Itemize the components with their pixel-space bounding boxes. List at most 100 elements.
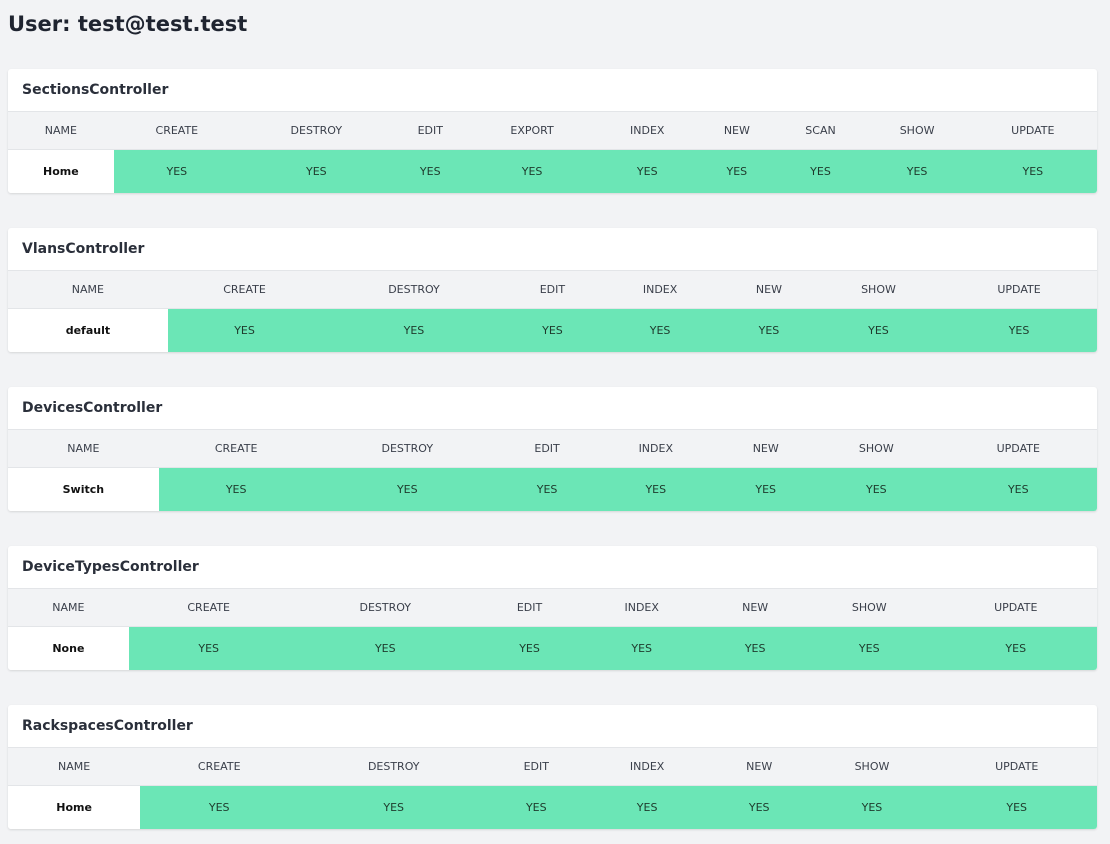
column-header: DESTROY [321, 271, 507, 309]
column-header: DESTROY [288, 589, 482, 627]
permissions-table-body: Home YES YES YES YES YES YES YES YES YES [8, 149, 1097, 193]
column-header: SHOW [804, 589, 935, 627]
controller-card-2: DevicesController NAME CREATE DESTROY EDIT I… [8, 387, 1097, 511]
table-row: None YES YES YES YES YES YES YES [8, 626, 1097, 670]
permissions-table-head: NAME CREATE DESTROY EDIT INDEX NEW SHOW UPDATE [8, 748, 1097, 786]
table-row: default YES YES YES YES YES YES YES [8, 308, 1097, 352]
permissions-table-body: None YES YES YES YES YES YES YES [8, 626, 1097, 670]
controller-list: SectionsController NAME CREATE DESTROY EDIT… [8, 69, 1097, 829]
column-header: NAME [8, 112, 114, 150]
permissions-table-head: NAME CREATE DESTROY EDIT EXPORT INDEX NEW SCAN S… [8, 112, 1097, 150]
permission-cell: YES [722, 308, 816, 352]
column-header: UPDATE [939, 430, 1097, 468]
permission-cell: YES [583, 785, 711, 829]
permission-cell: YES [128, 626, 289, 670]
column-header: SHOW [807, 748, 937, 786]
permissions-table-head: NAME CREATE DESTROY EDIT INDEX NEW SHOW UPDATE [8, 430, 1097, 468]
permission-cell: YES [313, 467, 501, 511]
column-header: INDEX [583, 748, 711, 786]
permission-cell: YES [813, 467, 940, 511]
permission-cell: YES [158, 467, 314, 511]
column-header: EDIT [506, 271, 599, 309]
controller-card-0: SectionsController NAME CREATE DESTROY EDIT… [8, 69, 1097, 193]
table-header-row: NAME CREATE DESTROY EDIT EXPORT INDEX NEW SCAN S… [8, 112, 1097, 150]
table-header-row: NAME CREATE DESTROY EDIT INDEX NEW SHOW UPDATE [8, 589, 1097, 627]
row-name-cell: Home [8, 149, 114, 193]
permission-cell: YES [775, 149, 866, 193]
permissions-table-head: NAME CREATE DESTROY EDIT INDEX NEW SHOW UPDATE [8, 271, 1097, 309]
column-header: SHOW [815, 271, 942, 309]
column-header: INDEX [598, 271, 723, 309]
column-header: NAME [8, 430, 159, 468]
permission-cell: YES [941, 308, 1097, 352]
permission-cell: YES [939, 467, 1097, 511]
permission-cell: YES [113, 149, 240, 193]
table-row: Switch YES YES YES YES YES YES YES [8, 467, 1097, 511]
column-header: EDIT [481, 589, 578, 627]
permission-cell: YES [489, 785, 584, 829]
permission-cell: YES [392, 149, 468, 193]
permission-cell: YES [321, 308, 507, 352]
column-header: NAME [8, 589, 129, 627]
column-header: CREATE [128, 589, 289, 627]
column-header: DESTROY [239, 112, 393, 150]
permissions-table: NAME CREATE DESTROY EDIT INDEX NEW SHOW UPDATE … [8, 271, 1097, 352]
column-header: UPDATE [934, 589, 1097, 627]
table-header-row: NAME CREATE DESTROY EDIT INDEX NEW SHOW UPDATE [8, 271, 1097, 309]
column-header: SHOW [813, 430, 940, 468]
permission-cell: YES [718, 467, 814, 511]
row-name-cell: None [8, 626, 129, 670]
permission-cell: YES [706, 626, 805, 670]
column-header: INDEX [596, 112, 699, 150]
permissions-table: NAME CREATE DESTROY EDIT INDEX NEW SHOW UPDATE … [8, 430, 1097, 511]
permission-cell: YES [865, 149, 969, 193]
column-header: EDIT [392, 112, 468, 150]
permissions-table: NAME CREATE DESTROY EDIT EXPORT INDEX NEW SCAN S… [8, 112, 1097, 193]
column-header: CREATE [167, 271, 322, 309]
permission-cell: YES [506, 308, 599, 352]
permission-cell: YES [815, 308, 942, 352]
controller-title: DevicesController [8, 387, 1097, 430]
table-row: Home YES YES YES YES YES YES YES YES YES [8, 149, 1097, 193]
column-header: CREATE [140, 748, 299, 786]
table-header-row: NAME CREATE DESTROY EDIT INDEX NEW SHOW UPDATE [8, 748, 1097, 786]
permission-cell: YES [968, 149, 1097, 193]
permission-cell: YES [804, 626, 935, 670]
permission-cell: YES [593, 467, 719, 511]
permission-cell: YES [698, 149, 776, 193]
row-name-cell: Home [8, 785, 141, 829]
permission-cell: YES [481, 626, 578, 670]
permission-cell: YES [288, 626, 482, 670]
controller-title: SectionsController [8, 69, 1097, 112]
column-header: SCAN [775, 112, 866, 150]
permission-cell: YES [467, 149, 597, 193]
permissions-table: NAME CREATE DESTROY EDIT INDEX NEW SHOW UPDATE … [8, 748, 1097, 829]
row-name-cell: Switch [8, 467, 159, 511]
column-header: EDIT [489, 748, 584, 786]
column-header: NEW [698, 112, 776, 150]
permission-cell: YES [598, 308, 723, 352]
controller-title: VlansController [8, 228, 1097, 271]
column-header: SHOW [865, 112, 969, 150]
table-row: Home YES YES YES YES YES YES YES [8, 785, 1097, 829]
column-header: INDEX [577, 589, 707, 627]
column-header: UPDATE [968, 112, 1097, 150]
column-header: EDIT [500, 430, 594, 468]
permission-cell: YES [596, 149, 699, 193]
controller-title: DeviceTypesController [8, 546, 1097, 589]
column-header: UPDATE [941, 271, 1097, 309]
column-header: NEW [706, 589, 805, 627]
controller-title: RackspacesController [8, 705, 1097, 748]
controller-card-1: VlansController NAME CREATE DESTROY EDIT IND… [8, 228, 1097, 352]
column-header: UPDATE [936, 748, 1097, 786]
column-header: DESTROY [313, 430, 501, 468]
permissions-table-body: Switch YES YES YES YES YES YES YES [8, 467, 1097, 511]
permission-cell: YES [298, 785, 490, 829]
permissions-table-head: NAME CREATE DESTROY EDIT INDEX NEW SHOW UPDATE [8, 589, 1097, 627]
permission-cell: YES [500, 467, 594, 511]
permission-cell: YES [577, 626, 707, 670]
permissions-table-body: default YES YES YES YES YES YES YES [8, 308, 1097, 352]
permission-cell: YES [936, 785, 1097, 829]
permission-cell: YES [934, 626, 1097, 670]
permissions-table: NAME CREATE DESTROY EDIT INDEX NEW SHOW UPDATE … [8, 589, 1097, 670]
